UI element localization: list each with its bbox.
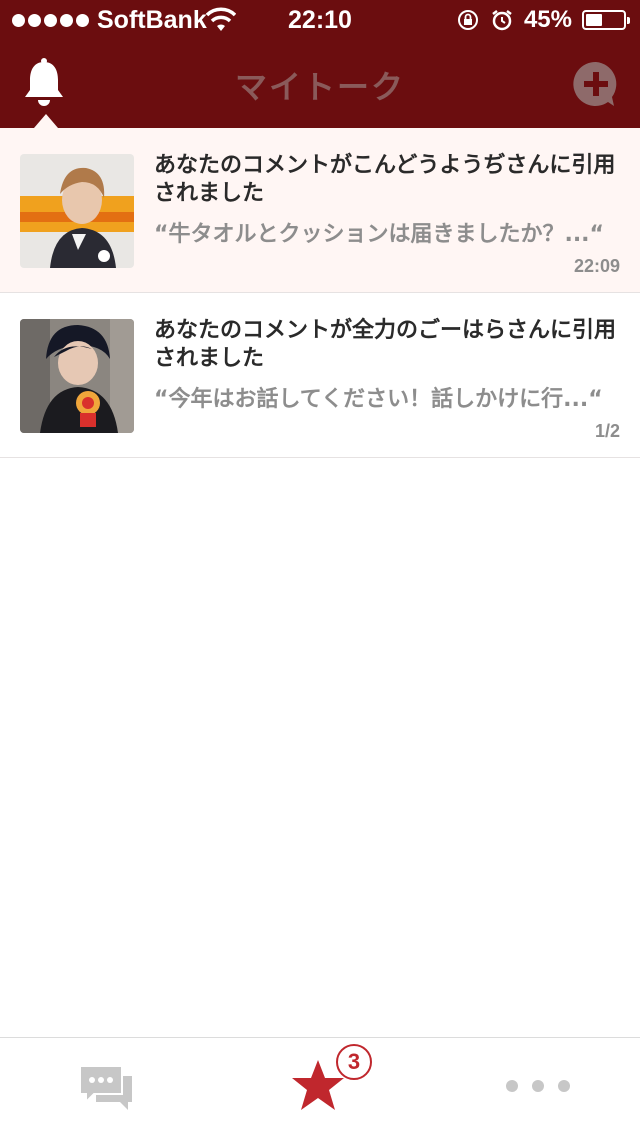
status-bar: SoftBank 22:10 45% bbox=[0, 0, 640, 40]
active-tab-indicator bbox=[34, 114, 58, 128]
chat-bubbles-icon bbox=[79, 1065, 132, 1110]
notification-list: あなたのコメントがこんどうようぢさんに引用されました “牛タオルとクッションは届… bbox=[0, 128, 640, 458]
notification-page-count: 1/2 bbox=[594, 421, 620, 441]
page-title: マイトーク bbox=[234, 68, 405, 106]
nav-bar: マイトーク bbox=[0, 40, 640, 128]
tab-more[interactable] bbox=[490, 1038, 580, 1136]
list-item[interactable]: あなたのコメントが全力のごーはらさんに引用されました “今年はお話してください！… bbox=[0, 293, 640, 458]
notification-badge: 3 bbox=[336, 1044, 372, 1080]
user-thumbnail bbox=[20, 319, 134, 433]
notification-quote: “牛タオルとクッションは届きましたか？...“ bbox=[154, 222, 604, 247]
rotation-lock-icon bbox=[457, 10, 478, 30]
battery-level-fill bbox=[586, 14, 602, 26]
my-talk-screen: SoftBank 22:10 45% マイトーク あなたのコメントがこんどうよう… bbox=[0, 0, 640, 1136]
tab-messages[interactable] bbox=[60, 1038, 150, 1136]
notification-title: あなたのコメントが全力のごーはらさんに引用されました bbox=[154, 318, 617, 371]
tab-my-talk[interactable]: 3 bbox=[270, 1038, 380, 1136]
notification-title: あなたのコメントがこんどうようぢさんに引用されました bbox=[154, 153, 616, 206]
header: SoftBank 22:10 45% マイトーク bbox=[0, 0, 640, 128]
tab-bar: 3 bbox=[0, 1037, 640, 1136]
add-talk-icon[interactable] bbox=[572, 60, 620, 108]
user-thumbnail bbox=[20, 154, 134, 268]
notification-time: 22:09 bbox=[573, 256, 620, 276]
list-item[interactable]: あなたのコメントがこんどうようぢさんに引用されました “牛タオルとクッションは届… bbox=[0, 128, 640, 293]
notification-quote: “今年はお話してください！話しかけに行...“ bbox=[154, 387, 603, 412]
more-dots-icon bbox=[506, 1080, 570, 1092]
battery-icon bbox=[582, 10, 630, 30]
status-indicators: 45% bbox=[456, 0, 630, 40]
alarm-icon bbox=[492, 10, 512, 31]
battery-percentage: 45% bbox=[523, 6, 572, 33]
